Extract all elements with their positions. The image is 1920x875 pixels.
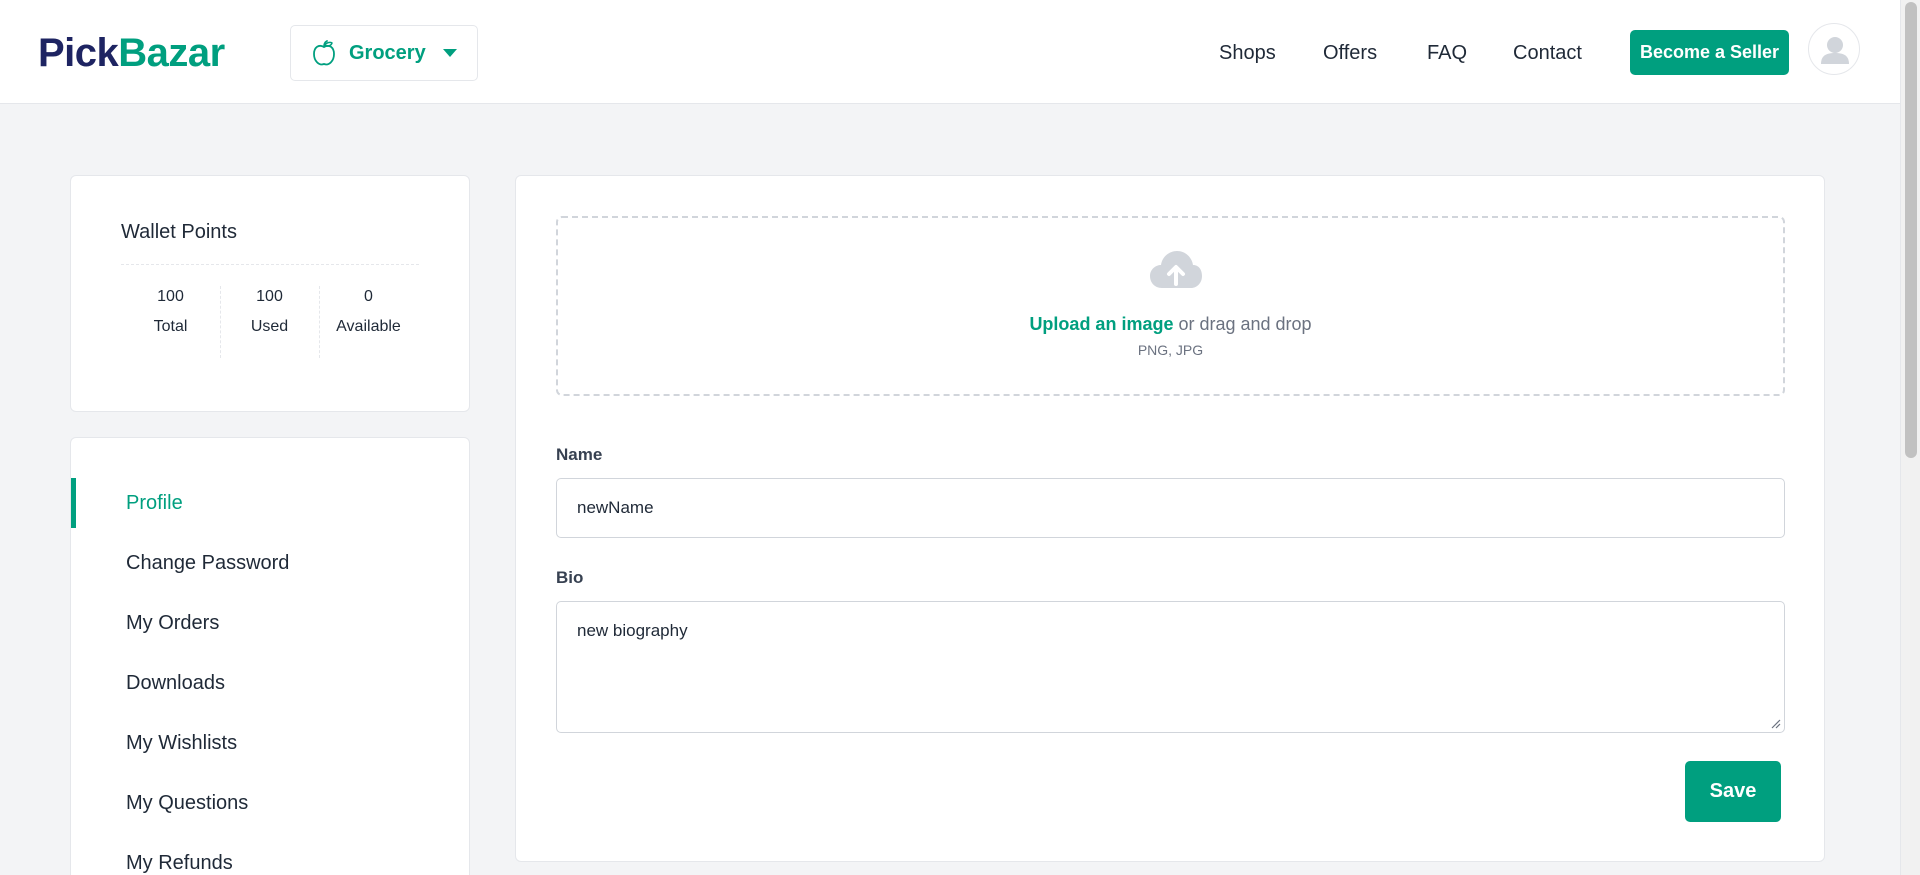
bio-text: new biography bbox=[577, 621, 688, 640]
nav-faq[interactable]: FAQ bbox=[1427, 39, 1467, 67]
user-avatar[interactable] bbox=[1808, 23, 1860, 75]
active-indicator bbox=[71, 478, 76, 528]
wallet-used-value: 100 bbox=[256, 288, 283, 305]
site-header: PickBazar Grocery Shops Offers FAQ Conta… bbox=[0, 0, 1900, 104]
shop-type-dropdown[interactable]: Grocery bbox=[290, 25, 478, 81]
bio-textarea[interactable]: new biography bbox=[556, 601, 1785, 733]
resize-handle-icon[interactable] bbox=[1771, 719, 1781, 729]
wallet-points-card: Wallet Points 100 Total 100 Used 0 Avail… bbox=[70, 175, 470, 412]
upload-formats: PNG, JPG bbox=[1137, 342, 1204, 358]
sidebar-item-my-wishlists[interactable]: My Wishlists bbox=[126, 729, 237, 757]
bio-label: Bio bbox=[556, 568, 584, 587]
profile-form-card: Upload an image or drag and drop PNG, JP… bbox=[515, 175, 1825, 862]
chevron-down-icon bbox=[443, 49, 457, 57]
name-label: Name bbox=[556, 445, 603, 464]
wallet-title: Wallet Points bbox=[121, 221, 237, 243]
nav-shops[interactable]: Shops bbox=[1219, 39, 1276, 67]
upload-instructions: Upload an image or drag and drop bbox=[558, 314, 1783, 335]
wallet-available: 0 Available bbox=[319, 286, 418, 338]
apple-icon bbox=[313, 40, 335, 66]
wallet-available-label: Available bbox=[336, 318, 401, 335]
become-seller-button[interactable]: Become a Seller bbox=[1630, 30, 1789, 75]
wallet-used-label: Used bbox=[250, 318, 289, 335]
nav-contact[interactable]: Contact bbox=[1513, 39, 1582, 67]
shop-type-label: Grocery bbox=[349, 41, 426, 64]
sidebar-item-my-orders[interactable]: My Orders bbox=[126, 609, 219, 637]
sidebar-item-my-refunds[interactable]: My Refunds bbox=[126, 849, 233, 875]
name-input[interactable]: newName bbox=[556, 478, 1785, 538]
save-button[interactable]: Save bbox=[1685, 761, 1781, 822]
account-sidebar: Profile Change Password My Orders Downlo… bbox=[70, 437, 470, 875]
wallet-total-label: Total bbox=[153, 318, 188, 335]
cloud-upload-icon bbox=[1150, 251, 1202, 288]
scrollbar-thumb[interactable] bbox=[1905, 2, 1917, 458]
sidebar-item-profile[interactable]: Profile bbox=[126, 489, 183, 517]
wallet-total: 100 Total bbox=[121, 286, 220, 338]
wallet-used: 100 Used bbox=[220, 286, 319, 338]
upload-drag-text: or drag and drop bbox=[1173, 314, 1312, 334]
wallet-available-value: 0 bbox=[364, 288, 373, 305]
pickbazar-logo[interactable]: PickBazar bbox=[38, 30, 225, 76]
logo-part-bazar: Bazar bbox=[118, 31, 225, 75]
logo-part-pick: Pick bbox=[38, 31, 119, 75]
wallet-total-value: 100 bbox=[157, 288, 184, 305]
sidebar-item-change-password[interactable]: Change Password bbox=[126, 549, 289, 577]
wallet-divider bbox=[121, 264, 419, 265]
sidebar-item-downloads[interactable]: Downloads bbox=[126, 669, 225, 697]
user-icon bbox=[1821, 37, 1849, 64]
upload-image-link[interactable]: Upload an image bbox=[1029, 314, 1173, 334]
sidebar-item-my-questions[interactable]: My Questions bbox=[126, 789, 248, 817]
image-upload-dropzone[interactable]: Upload an image or drag and drop PNG, JP… bbox=[556, 216, 1785, 396]
nav-offers[interactable]: Offers bbox=[1323, 39, 1377, 67]
page-scrollbar[interactable] bbox=[1900, 0, 1920, 875]
